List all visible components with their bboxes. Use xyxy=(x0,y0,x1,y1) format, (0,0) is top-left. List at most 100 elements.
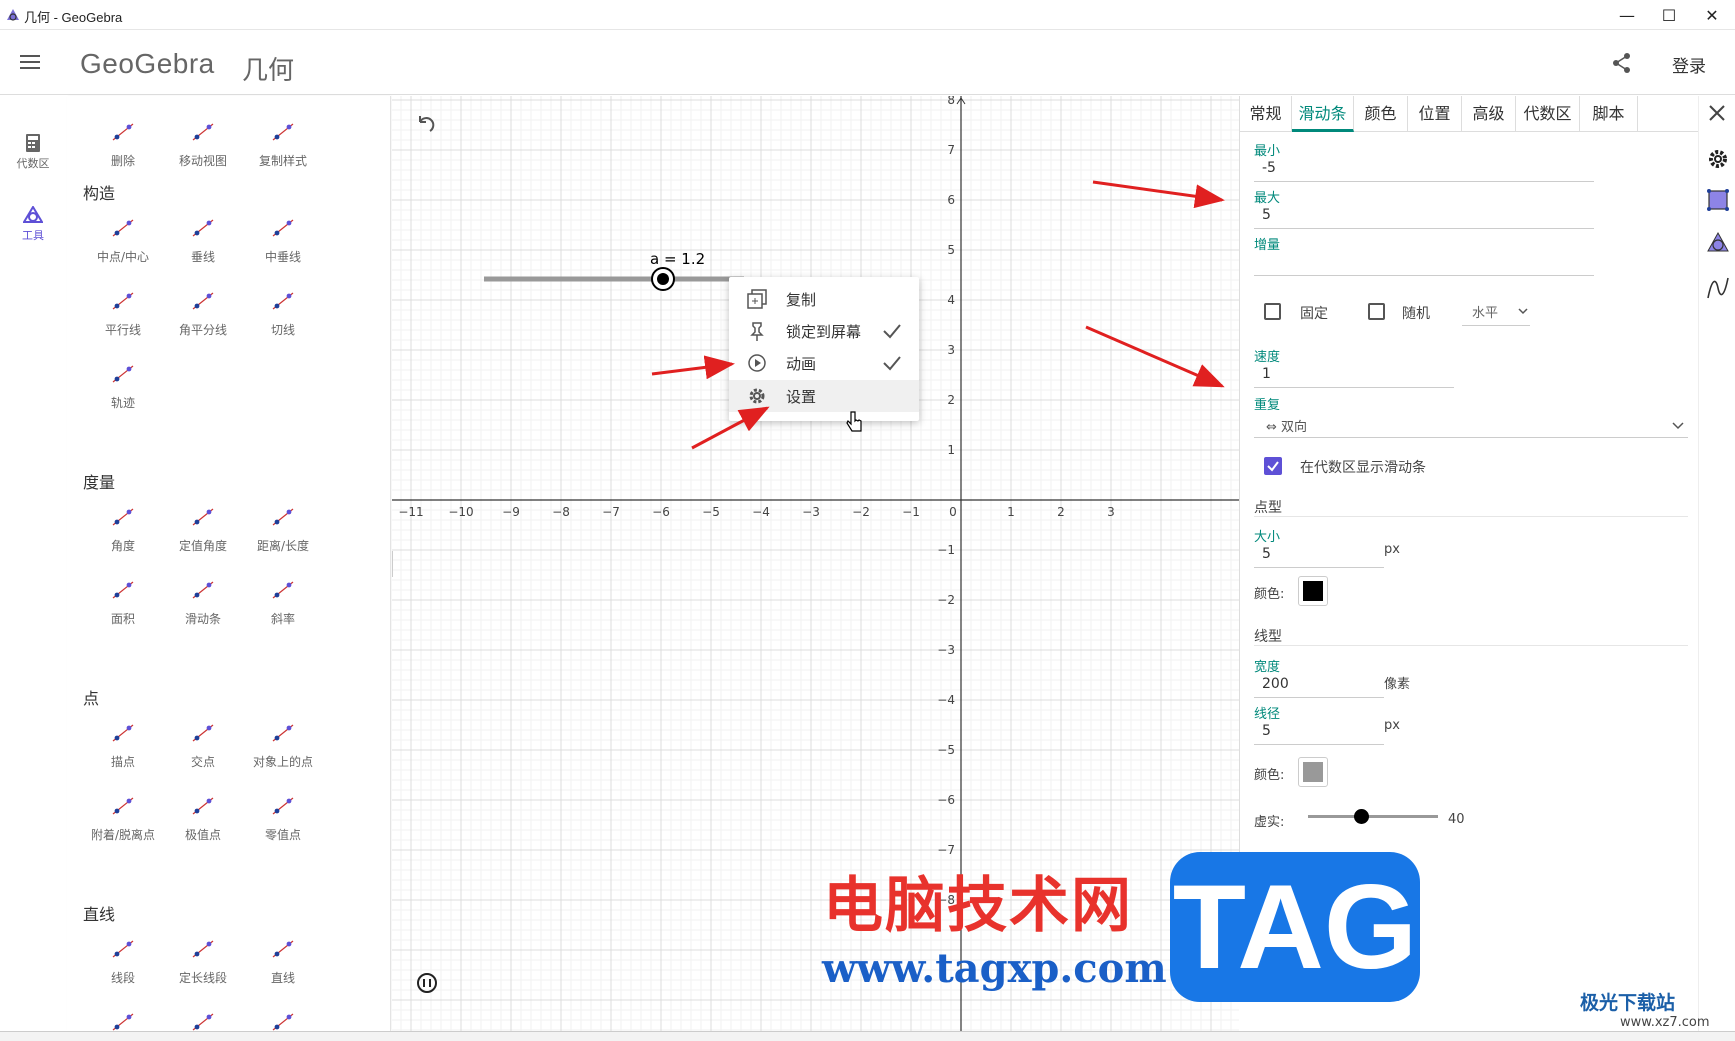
tool-s0-4[interactable]: 角平分线 xyxy=(163,287,243,338)
menu-item-pin[interactable]: 锁定到屏幕 xyxy=(729,315,919,347)
size-input[interactable]: 5 xyxy=(1254,544,1384,568)
menu-item-copy[interactable]: 复制 xyxy=(729,283,919,315)
function-curve-icon[interactable] xyxy=(1706,276,1730,300)
tool-s3-5[interactable]: 相等向量 xyxy=(243,1008,323,1031)
object-settings-panel: 常规 滑动条 颜色 位置 高级 代数区 脚本 最小 -5 最大 5 增量 固定 … xyxy=(1239,96,1699,861)
max-input[interactable]: 5 xyxy=(1254,205,1594,229)
tool-s3-2[interactable]: 直线 xyxy=(243,935,323,986)
tool-icon xyxy=(112,940,134,958)
maximize-button[interactable]: ☐ xyxy=(1646,0,1692,30)
y-tick-label: 4 xyxy=(947,293,955,307)
tool-label: 斜率 xyxy=(270,612,295,626)
close-panel-icon[interactable] xyxy=(1708,104,1726,122)
random-checkbox[interactable] xyxy=(1368,303,1385,320)
square-shape-icon[interactable] xyxy=(1706,188,1730,212)
menu-item-settings[interactable]: 设置 xyxy=(729,380,919,412)
tool-icon xyxy=(272,797,294,815)
fixed-label: 固定 xyxy=(1300,306,1328,322)
opacity-slider-track[interactable] xyxy=(1308,815,1438,818)
tool-s2-2[interactable]: 对象上的点 xyxy=(243,719,323,770)
line-color-button[interactable] xyxy=(1298,757,1328,787)
chevron-down-icon xyxy=(1672,422,1684,430)
tool-s0-1[interactable]: 垂线 xyxy=(163,214,243,265)
tool-s1-2[interactable]: 距离/长度 xyxy=(243,503,323,554)
tool-icon xyxy=(192,1013,214,1031)
panel-resize-handle[interactable] xyxy=(392,551,393,577)
share-icon[interactable] xyxy=(1612,52,1632,74)
tab-color[interactable]: 颜色 xyxy=(1354,96,1408,132)
tool-s3-1[interactable]: 定长线段 xyxy=(163,935,243,986)
tool-s1-0[interactable]: 角度 xyxy=(83,503,163,554)
menu-item-animation[interactable]: 动画 xyxy=(729,347,919,379)
tab-basic[interactable]: 常规 xyxy=(1240,96,1292,132)
y-tick-label: −6 xyxy=(937,793,955,807)
thickness-input[interactable]: 5 xyxy=(1254,721,1384,745)
line-style-title: 线型 xyxy=(1254,629,1282,645)
rail-label-algebra: 代数区 xyxy=(16,157,50,170)
y-tick-label: 3 xyxy=(947,343,955,357)
rail-item-algebra[interactable]: 代数区 xyxy=(0,134,66,171)
chevron-down-icon xyxy=(1518,308,1528,315)
tool-s2-1[interactable]: 交点 xyxy=(163,719,243,770)
opacity-slider-handle[interactable] xyxy=(1354,809,1369,824)
tool-icon xyxy=(112,123,134,141)
minimize-button[interactable]: — xyxy=(1604,0,1650,30)
tool-top-0[interactable]: 删除 xyxy=(83,118,163,169)
speed-input[interactable]: 1 xyxy=(1254,364,1454,388)
tool-s3-3[interactable]: 射线 xyxy=(83,1008,163,1031)
tool-icon xyxy=(112,508,134,526)
repeat-dropdown[interactable]: ⇔ 双向 xyxy=(1254,412,1688,438)
tool-icon xyxy=(192,581,214,599)
width-input[interactable]: 200 xyxy=(1254,674,1384,698)
thickness-label: 线径 xyxy=(1254,707,1281,722)
tool-s0-5[interactable]: 切线 xyxy=(243,287,323,338)
triangle-circle-icon[interactable] xyxy=(1706,231,1730,253)
x-tick-label: 1 xyxy=(1007,505,1015,519)
tool-s3-0[interactable]: 线段 xyxy=(83,935,163,986)
y-tick-label: −7 xyxy=(937,843,955,857)
close-window-button[interactable]: ✕ xyxy=(1689,0,1735,30)
tool-label: 对象上的点 xyxy=(252,755,313,769)
increment-input[interactable] xyxy=(1254,252,1594,276)
tool-s1-5[interactable]: 斜率 xyxy=(243,576,323,627)
tools-panel: 删除 移动视图 复制样式 构造 中点/中心 垂线 中垂线 平行线 角平分线 切线 … xyxy=(67,96,391,1031)
tool-s0-2[interactable]: 中垂线 xyxy=(243,214,323,265)
tool-s2-4[interactable]: 极值点 xyxy=(163,792,243,843)
tool-label: 定值角度 xyxy=(178,539,227,553)
tool-top-2[interactable]: 复制样式 xyxy=(243,118,323,169)
show-in-algebra-checkbox[interactable] xyxy=(1264,457,1282,475)
tool-s1-3[interactable]: 面积 xyxy=(83,576,163,627)
rail-label-tools: 工具 xyxy=(22,229,44,242)
tools-icon xyxy=(22,205,44,223)
tab-scripting[interactable]: 脚本 xyxy=(1580,96,1638,132)
hamburger-menu-icon[interactable] xyxy=(20,54,42,70)
tool-top-1[interactable]: 移动视图 xyxy=(163,118,243,169)
tab-position[interactable]: 位置 xyxy=(1408,96,1462,132)
tab-algebra[interactable]: 代数区 xyxy=(1516,96,1580,132)
tool-icon xyxy=(272,1013,294,1031)
tool-s2-5[interactable]: 零值点 xyxy=(243,792,323,843)
tab-advanced[interactable]: 高级 xyxy=(1462,96,1516,132)
login-button[interactable]: 登录 xyxy=(1672,52,1706,77)
rail-item-tools[interactable]: 工具 xyxy=(0,205,66,243)
gear-icon[interactable] xyxy=(1707,148,1729,170)
min-input[interactable]: -5 xyxy=(1254,158,1594,182)
tool-s1-1[interactable]: 定值角度 xyxy=(163,503,243,554)
checkmark-icon xyxy=(883,324,901,339)
tab-slider[interactable]: 滑动条 xyxy=(1292,96,1354,132)
slider-a-handle-dot xyxy=(657,273,669,285)
tool-s2-3[interactable]: 附着/脱离点 xyxy=(83,792,163,843)
tool-s0-6[interactable]: 轨迹 xyxy=(83,360,163,411)
y-tick-label: −2 xyxy=(937,593,955,607)
fixed-checkbox[interactable] xyxy=(1264,303,1281,320)
tool-s3-4[interactable]: 向量 xyxy=(163,1008,243,1031)
orientation-dropdown[interactable]: 水平 xyxy=(1462,296,1530,326)
hand-cursor-icon xyxy=(846,411,862,432)
x-tick-label: −6 xyxy=(652,505,670,519)
tool-s0-3[interactable]: 平行线 xyxy=(83,287,163,338)
tool-s0-0[interactable]: 中点/中心 xyxy=(83,214,163,265)
tool-s1-4[interactable]: 滑动条 xyxy=(163,576,243,627)
tool-label: 定长线段 xyxy=(178,971,227,985)
tool-s2-0[interactable]: 描点 xyxy=(83,719,163,770)
point-color-button[interactable] xyxy=(1298,576,1328,606)
